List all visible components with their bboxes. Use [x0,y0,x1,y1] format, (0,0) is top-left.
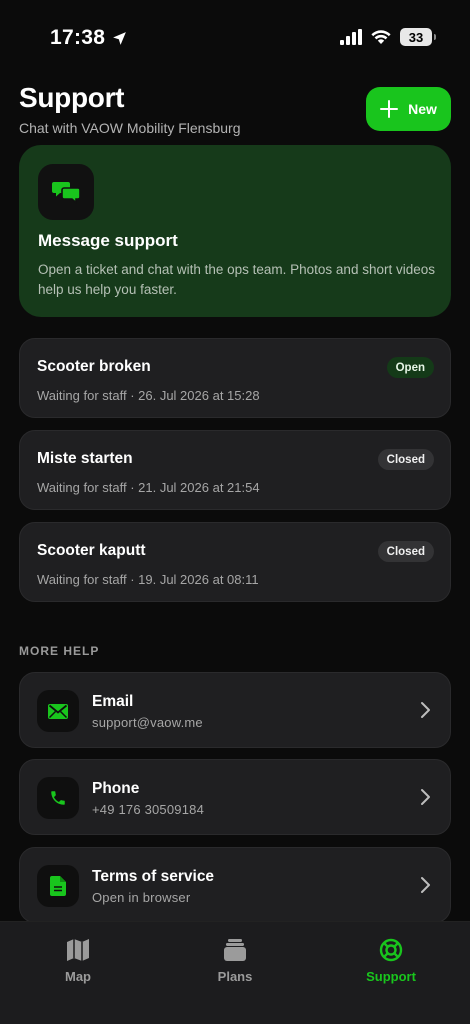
document-icon [50,876,66,896]
phone-icon [51,791,65,805]
location-arrow-icon [113,31,127,45]
help-item-subtitle: Open in browser [92,890,191,905]
status-time: 17:38 [50,26,106,49]
email-help-item[interactable]: Email support@vaow.me [19,672,451,748]
page-subtitle: Chat with VAOW Mobility Flensburg [19,120,241,136]
status-indicators: 33 [340,28,436,46]
ticket-status-badge: Closed [377,541,434,562]
plus-icon [380,100,399,118]
chevron-right-icon [421,789,430,805]
hero-description: Open a ticket and chat with the ops team… [38,262,435,297]
new-ticket-button[interactable]: New [366,87,451,131]
ticket-meta: Waiting for staff · 21. Jul 2026 at 21:5… [37,480,260,495]
terms-help-item[interactable]: Terms of service Open in browser [19,847,451,923]
help-item-title: Phone [92,780,140,797]
tab-label: Map [65,969,91,984]
tab-map[interactable]: Map [23,938,133,984]
wifi-icon [371,29,391,44]
ticket-title: Scooter kaputt [37,542,146,559]
ticket-title: Miste starten [37,450,133,467]
page-title: Support [19,82,125,113]
battery-indicator: 33 [400,28,436,46]
mail-icon [48,703,68,719]
status-time-group: 17:38 [50,26,128,50]
status-bar: 17:38 33 [0,0,470,76]
phone-icon-container [37,777,79,819]
ticket-status-badge: Open [386,357,434,378]
new-ticket-label: New [408,101,437,117]
stack-icon [224,939,246,961]
ticket-title: Scooter broken [37,358,151,375]
tab-label: Support [366,969,416,984]
help-item-title: Email [92,693,134,710]
help-item-subtitle: support@vaow.me [92,715,203,730]
ticket-item[interactable]: Scooter broken Open Waiting for staff · … [19,338,451,418]
ticket-status-badge: Closed [377,449,434,470]
message-support-card[interactable]: Message support Open a ticket and chat w… [19,145,451,317]
chevron-right-icon [421,702,430,718]
ticket-item[interactable]: Miste starten Closed Waiting for staff ·… [19,430,451,510]
help-item-title: Terms of service [92,868,215,885]
phone-help-item[interactable]: Phone +49 176 30509184 [19,759,451,835]
hero-title: Message support [38,231,178,250]
ticket-meta: Waiting for staff · 26. Jul 2026 at 15:2… [37,388,260,403]
mail-icon-container [37,690,79,732]
more-help-heading: MORE HELP [19,644,100,658]
signal-icon [340,29,362,45]
ticket-item[interactable]: Scooter kaputt Closed Waiting for staff … [19,522,451,602]
lifebuoy-icon [379,938,403,962]
tab-bar: Map Plans Support [0,921,470,1024]
tab-plans[interactable]: Plans [180,938,290,984]
chat-bubbles-icon [52,182,80,204]
document-icon-container [37,865,79,907]
tab-support[interactable]: Support [336,938,446,984]
tab-label: Plans [217,969,253,984]
chat-bubbles-icon-container [38,164,94,220]
ticket-meta: Waiting for staff · 19. Jul 2026 at 08:1… [37,572,259,587]
chevron-right-icon [421,877,430,893]
help-item-subtitle: +49 176 30509184 [92,802,205,817]
map-icon [67,939,89,961]
